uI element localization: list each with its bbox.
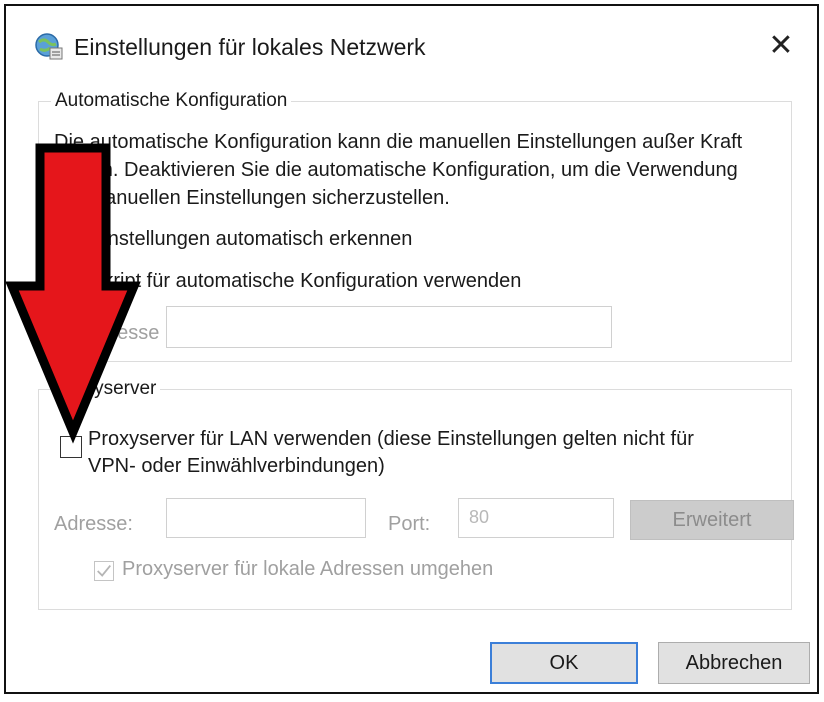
proxy-port-input[interactable]: 80: [458, 498, 614, 538]
auto-detect-label: Einstellungen automatisch erkennen: [90, 228, 413, 250]
use-proxy-checkbox[interactable]: [60, 436, 82, 458]
auto-config-script-checkbox[interactable]: [62, 274, 80, 292]
auto-detect-checkbox[interactable]: [62, 232, 80, 250]
bypass-local-checkbox[interactable]: [94, 561, 114, 581]
auto-config-legend: Automatische Konfiguration: [55, 90, 288, 111]
auto-config-description-line3: der manuellen Einstellungen sicherzustel…: [54, 187, 450, 209]
proxy-legend: Proxyserver: [55, 378, 157, 399]
window-title: Einstellungen für lokales Netzwerk: [74, 34, 426, 60]
auto-config-address-label: Adresse: [86, 322, 160, 344]
use-proxy-label-line2: VPN- oder Einwählverbindungen): [88, 455, 385, 477]
auto-config-address-input[interactable]: [166, 306, 612, 348]
use-proxy-label-line1: Proxyserver für LAN verwenden (diese Ein…: [88, 428, 694, 450]
bypass-local-label: Proxyserver für lokale Adressen umgehen: [122, 558, 494, 580]
proxy-address-input[interactable]: [166, 498, 366, 538]
dialog-window: Einstellungen für lokales Netzwerk ✕ Aut…: [4, 4, 819, 694]
cancel-button[interactable]: Abbrechen: [658, 642, 810, 684]
advanced-button[interactable]: Erweitert: [630, 500, 794, 540]
close-icon[interactable]: ✕: [759, 24, 803, 68]
checkmark-icon: [97, 565, 111, 577]
network-settings-icon: [35, 33, 63, 60]
proxy-port-label: Port:: [388, 513, 431, 535]
ok-button[interactable]: OK: [490, 642, 638, 684]
auto-config-description-line1: Die automatische Konfiguration kann die …: [54, 131, 743, 153]
auto-config-script-label: Skript für automatische Konfiguration ve…: [90, 270, 522, 292]
proxy-address-label: Adresse:: [54, 513, 133, 535]
title-bar: Einstellungen für lokales Netzwerk ✕: [6, 6, 817, 82]
auto-config-description-line2: setzen. Deaktivieren Sie die automatisch…: [54, 159, 738, 181]
